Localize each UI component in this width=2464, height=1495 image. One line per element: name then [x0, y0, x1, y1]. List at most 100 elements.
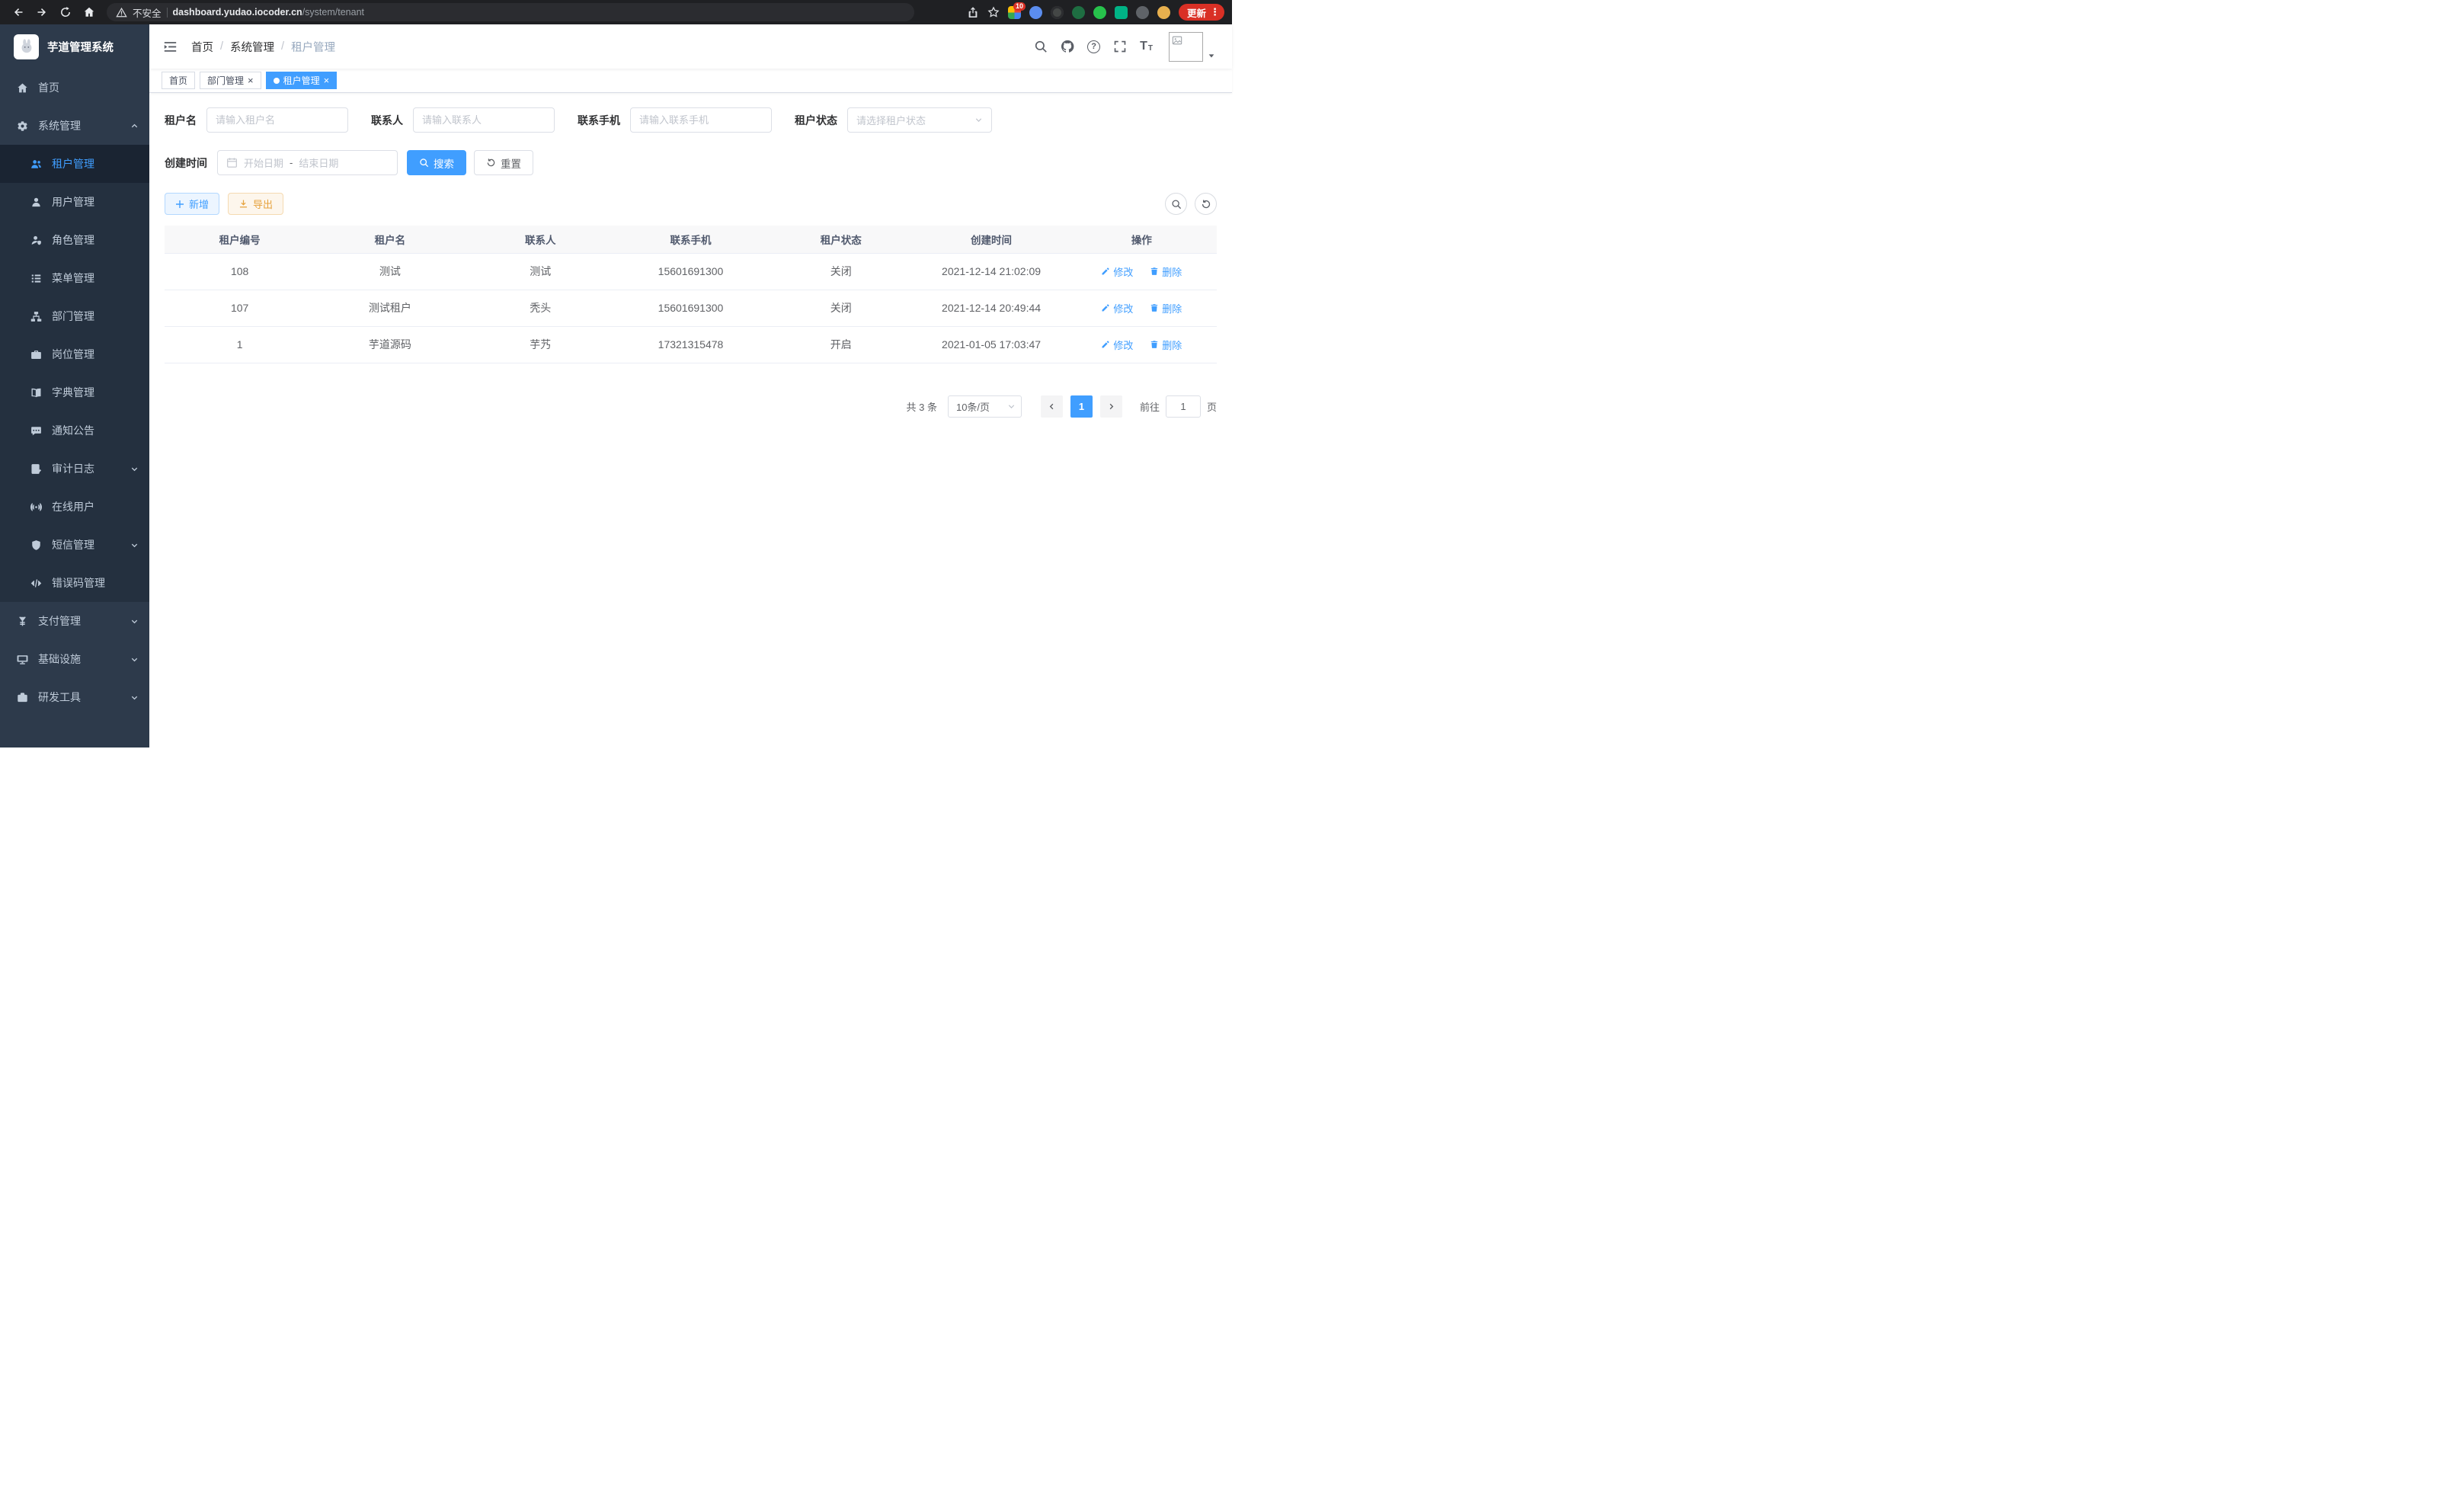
refresh-table-button[interactable] [1195, 193, 1217, 215]
font-size-icon[interactable] [1140, 40, 1153, 53]
browser-back-button[interactable] [8, 2, 28, 23]
browser-forward-button[interactable] [31, 2, 52, 23]
github-icon[interactable] [1061, 40, 1074, 53]
prev-page-button[interactable] [1041, 395, 1063, 418]
breadcrumb-home[interactable]: 首页 [191, 39, 213, 55]
breadcrumb-system[interactable]: 系统管理 [230, 39, 274, 55]
sidebar-item-dictionary[interactable]: 字典管理 [0, 373, 149, 411]
book-icon [30, 387, 42, 399]
sidebar-item-label: 在线用户 [52, 499, 94, 514]
dark-pin-extension-icon[interactable] [1136, 6, 1149, 19]
goto-page-input[interactable] [1166, 395, 1201, 418]
edit-link[interactable]: 修改 [1101, 301, 1133, 315]
browser-reload-button[interactable] [55, 2, 75, 23]
dark-ring-extension-icon[interactable] [1051, 6, 1064, 19]
sidebar-item-notices[interactable]: 通知公告 [0, 411, 149, 450]
security-label[interactable]: 不安全 [133, 5, 162, 20]
delete-link[interactable]: 删除 [1150, 338, 1182, 352]
cell-created: 2021-12-14 20:49:44 [916, 290, 1066, 326]
hamburger-icon [163, 40, 178, 54]
delete-link[interactable]: 删除 [1150, 264, 1182, 279]
trash-icon [1150, 267, 1159, 276]
contact-input[interactable] [422, 114, 546, 126]
profile-avatar-icon[interactable] [1157, 6, 1170, 19]
sidebar-item-users[interactable]: 用户管理 [0, 183, 149, 221]
fullscreen-icon[interactable] [1113, 40, 1127, 53]
add-button[interactable]: 新增 [165, 193, 219, 215]
help-icon[interactable] [1087, 40, 1100, 53]
mobile-input[interactable] [639, 114, 763, 126]
add-button-label: 新增 [189, 197, 209, 211]
address-bar[interactable]: 不安全 dashboard.yudao.iocoder.cn/system/te… [107, 3, 914, 21]
green-check-extension-icon[interactable] [1093, 6, 1106, 19]
goto-label: 前往 [1140, 399, 1160, 414]
search-button[interactable]: 搜索 [407, 150, 466, 175]
page-content: 租户名 联系人 联系手机 [149, 93, 1232, 748]
tenant-name-input[interactable] [216, 114, 339, 126]
field-label: 租户状态 [795, 113, 837, 128]
breadcrumb-current: 租户管理 [291, 39, 335, 55]
sidebar-item-home[interactable]: 首页 [0, 69, 149, 107]
blue-extension-icon[interactable] [1029, 6, 1042, 19]
app-logo[interactable]: 芋道管理系统 [0, 24, 149, 69]
user-menu[interactable] [1169, 32, 1215, 62]
search-icon[interactable] [1034, 40, 1048, 53]
sidebar-item-roles[interactable]: 角色管理 [0, 221, 149, 259]
date-range-picker[interactable]: 开始日期 - 结束日期 [217, 150, 398, 175]
sidebar-item-error-codes[interactable]: 错误码管理 [0, 564, 149, 602]
close-icon[interactable] [324, 75, 330, 85]
chevron-down-icon [130, 541, 139, 549]
grid-extension-icon[interactable]: 10 [1008, 6, 1021, 19]
green-circle-extension-icon[interactable] [1072, 6, 1085, 19]
browser-update-button[interactable]: 更新 [1179, 4, 1224, 21]
forward-icon [36, 6, 48, 18]
share-icon[interactable] [967, 6, 979, 18]
sidebar-item-payment[interactable]: 支付管理 [0, 602, 149, 640]
toggle-search-button[interactable] [1165, 193, 1187, 215]
export-button[interactable]: 导出 [228, 193, 283, 215]
status-select[interactable]: 请选择租户状态 [847, 107, 992, 133]
mobile-input-wrap [630, 107, 772, 133]
sidebar-item-system[interactable]: 系统管理 [0, 107, 149, 145]
sidebar-item-sms[interactable]: 短信管理 [0, 526, 149, 564]
tag-home[interactable]: 首页 [162, 72, 195, 89]
cell-contact: 测试 [466, 253, 616, 290]
green-doc-extension-icon[interactable] [1115, 6, 1128, 19]
sidebar-item-posts[interactable]: 岗位管理 [0, 335, 149, 373]
update-label: 更新 [1187, 5, 1206, 20]
logo-image [14, 34, 39, 59]
delete-label: 删除 [1162, 338, 1182, 352]
edit-link[interactable]: 修改 [1101, 338, 1133, 352]
delete-link[interactable]: 删除 [1150, 301, 1182, 315]
sidebar-item-infrastructure[interactable]: 基础设施 [0, 640, 149, 678]
tag-department[interactable]: 部门管理 [200, 72, 261, 89]
edit-link[interactable]: 修改 [1101, 264, 1133, 279]
next-page-button[interactable] [1100, 395, 1122, 418]
sidebar-item-label: 岗位管理 [52, 347, 94, 362]
edit-label: 修改 [1113, 264, 1133, 279]
sidebar-item-online-users[interactable]: 在线用户 [0, 488, 149, 526]
kebab-menu-icon[interactable] [1210, 6, 1220, 18]
trash-icon [1150, 303, 1159, 312]
avatar[interactable] [1169, 32, 1203, 62]
sidebar-item-audit-log[interactable]: 审计日志 [0, 450, 149, 488]
sidebar-item-tenant[interactable]: 租户管理 [0, 145, 149, 183]
reset-button[interactable]: 重置 [474, 150, 533, 175]
refresh-icon [1201, 199, 1211, 210]
chevron-down-icon [1007, 402, 1016, 411]
tag-label: 部门管理 [207, 74, 244, 87]
delete-label: 删除 [1162, 301, 1182, 315]
sidebar-item-menus[interactable]: 菜单管理 [0, 259, 149, 297]
sidebar-toggle-button[interactable] [163, 40, 178, 54]
page-size-select[interactable]: 10条/页 [948, 395, 1022, 418]
rabbit-logo-icon [18, 38, 35, 55]
bookmark-star-icon[interactable] [987, 6, 1000, 18]
browser-home-button[interactable] [78, 2, 99, 23]
sidebar-item-dev-tools[interactable]: 研发工具 [0, 678, 149, 716]
search-icon [419, 158, 429, 168]
sidebar-item-departments[interactable]: 部门管理 [0, 297, 149, 335]
tag-tenant[interactable]: 租户管理 [266, 72, 338, 89]
page-number-button[interactable]: 1 [1070, 395, 1093, 418]
close-icon[interactable] [248, 75, 254, 85]
sidebar-item-label: 审计日志 [52, 461, 94, 476]
